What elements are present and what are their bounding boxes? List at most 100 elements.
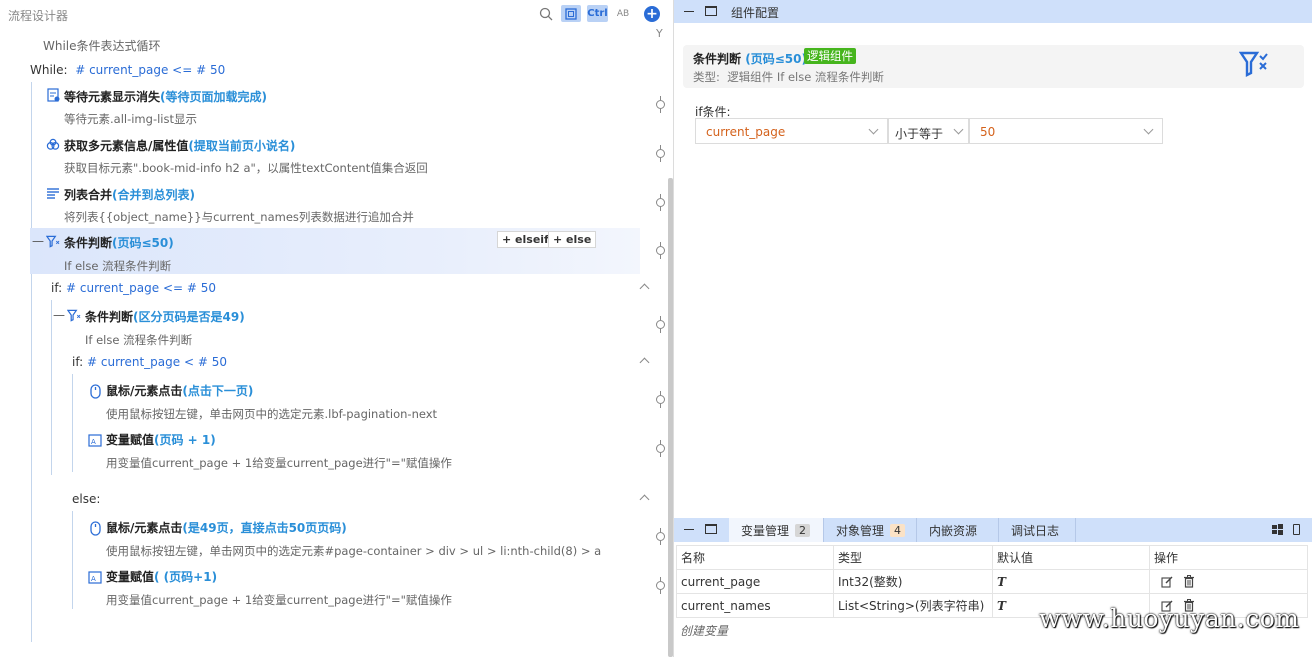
condition-left-select[interactable]: current_page [695,118,888,144]
var-default[interactable]: T [992,569,1150,594]
breakpoint-pin[interactable] [656,96,665,113]
breakpoint-pin[interactable] [656,145,665,162]
minimize-icon[interactable] [684,529,694,530]
mouse-icon [88,520,102,536]
chevron-down-icon [1143,124,1154,135]
breakpoint-pin[interactable] [656,528,665,545]
add-icon[interactable]: + [644,6,660,22]
collapse-chevron-icon[interactable] [640,493,650,503]
breakpoint-pin[interactable] [656,577,665,594]
filter-icon [46,234,60,248]
spellcheck-icon[interactable]: AB [614,5,632,22]
config-title: 组件配置 [731,6,780,20]
chevron-down-icon [868,124,879,135]
if-block-line [72,374,73,472]
create-variable-link[interactable]: 创建变量 [680,622,728,639]
var-type: List<String>(列表字符串) [833,593,993,618]
var-name: current_names [676,593,834,618]
condition-right-value: 50 [980,125,996,139]
tab-variables[interactable]: 变量管理 2 [729,518,824,542]
list-icon [46,186,60,200]
step-description: 获取目标元素".book-mid-info h2 a"，以属性textConte… [64,161,428,175]
ctrl-icon[interactable]: Ctrl [587,5,608,22]
var-actions [1149,569,1308,594]
step-description: If else 流程条件判断 [64,259,172,273]
collapse-chevron-icon[interactable] [640,356,650,366]
wait-icon [46,88,60,102]
step-description: 使用鼠标按钮左键，单击网页中的选定元素.lbf-pagination-next [106,407,438,421]
step-title[interactable]: 获取多元素信息/属性值(提取当前页小说名) [64,137,295,154]
component-card: 条件判断 (页码≤50) 逻辑组件 类型: 逻辑组件 If else 流程条件判… [683,45,1304,88]
while-block-line [31,82,32,642]
component-config-panel: 组件配置 条件判断 (页码≤50) 逻辑组件 类型: 逻辑组件 If else … [674,0,1312,657]
maximize-icon[interactable] [705,6,717,16]
step-description: 使用鼠标按钮左键，单击网页中的选定元素#page-container > div… [106,544,602,558]
phone-icon[interactable] [1293,524,1300,535]
step-title[interactable]: 鼠标/元素点击(是49页，直接点击50页页码) [106,519,347,536]
assign-icon: A [88,433,102,447]
breakpoint-pin[interactable] [656,391,665,408]
step-description: 用变量值current_page + 1给变量current_page进行"="… [106,456,452,470]
add-elseif-button[interactable]: + elseif [497,231,554,248]
column-header: 默认值 [992,545,1150,570]
card-title: 条件判断 (页码≤50) [693,52,807,66]
search-icon[interactable] [538,5,554,22]
breakpoint-pin[interactable] [656,194,665,211]
collapse-icon[interactable]: — [32,234,44,248]
step-title[interactable]: 鼠标/元素点击(点击下一页) [106,382,253,399]
svg-text:A: A [91,575,96,583]
windows-icon[interactable] [1272,524,1283,538]
collapse-chevron-icon[interactable] [640,282,650,292]
step-title[interactable]: 变量赋值( (页码+1) [106,568,217,585]
condition-left-value: current_page [706,125,786,139]
scrollbar[interactable] [668,178,673,657]
add-else-button[interactable]: + else [548,231,597,248]
chevron-down-icon [953,124,964,135]
var-name: current_page [676,569,834,594]
else-label[interactable]: else: [72,492,100,506]
while-condition[interactable]: While: # current_page <= # 50 [30,63,225,77]
tab-bar: 变量管理 2 对象管理 4 内嵌资源 调试日志 [674,518,1312,542]
tab-resources[interactable]: 内嵌资源 [917,518,999,542]
if-block-line [51,300,52,475]
step-description: 等待元素.all-img-list显示 [64,112,197,126]
flow-designer-header: 流程设计器 Ctrl AB + [0,0,674,28]
breakpoint-pin[interactable] [656,316,665,333]
step-description: If else 流程条件判断 [85,333,193,347]
step-title[interactable]: 变量赋值(页码 + 1) [106,431,216,448]
tab-debug-log[interactable]: 调试日志 [999,518,1076,542]
var-type: Int32(整数) [833,569,993,594]
step-title[interactable]: 条件判断(区分页码是否是49) [85,308,245,325]
frame-icon[interactable] [561,5,581,22]
condition-right-select[interactable]: 50 [969,118,1163,144]
tab-objects[interactable]: 对象管理 4 [824,518,917,542]
component-tag: 逻辑组件 [804,48,856,64]
edit-icon[interactable] [1160,575,1174,589]
breakpoint-pin[interactable] [656,242,665,259]
config-header: 组件配置 [674,0,1312,23]
table-row[interactable]: current_page Int32(整数) T [676,569,1308,594]
funnel-small-icon: Y [656,27,663,40]
column-header: 类型 [833,545,993,570]
minimize-icon[interactable] [684,11,694,12]
delete-icon[interactable] [1182,575,1196,589]
mouse-icon [88,383,102,399]
step-description: 用变量值current_page + 1给变量current_page进行"="… [106,593,452,607]
condition-operator-select[interactable]: 小于等于 [888,118,969,144]
step-title[interactable]: 列表合并(合并到总列表) [64,186,195,203]
step-title[interactable]: 条件判断(页码≤50) [64,234,174,251]
collapse-icon[interactable]: — [53,308,65,322]
filter-icon [67,308,81,322]
breakpoint-pin[interactable] [656,440,665,457]
if-condition[interactable]: if: # current_page <= # 50 [51,281,216,295]
flow-designer-panel: 流程设计器 Ctrl AB + Y While条件表达式循环 While: # … [0,0,674,657]
maximize-icon[interactable] [705,524,717,534]
filter-icon [1238,51,1273,77]
column-header: 操作 [1149,545,1308,570]
assign-icon: A [88,570,102,584]
watermark: www.huoyuyan.com [1039,604,1300,633]
step-title[interactable]: 等待元素显示消失(等待页面加载完成) [64,88,267,105]
card-type: 类型: 逻辑组件 If else 流程条件判断 [693,70,884,84]
if-condition[interactable]: if: # current_page < # 50 [72,355,227,369]
variable-panel: 变量管理 2 对象管理 4 内嵌资源 调试日志 名称 类型 默认值 操作 curre… [674,518,1312,657]
